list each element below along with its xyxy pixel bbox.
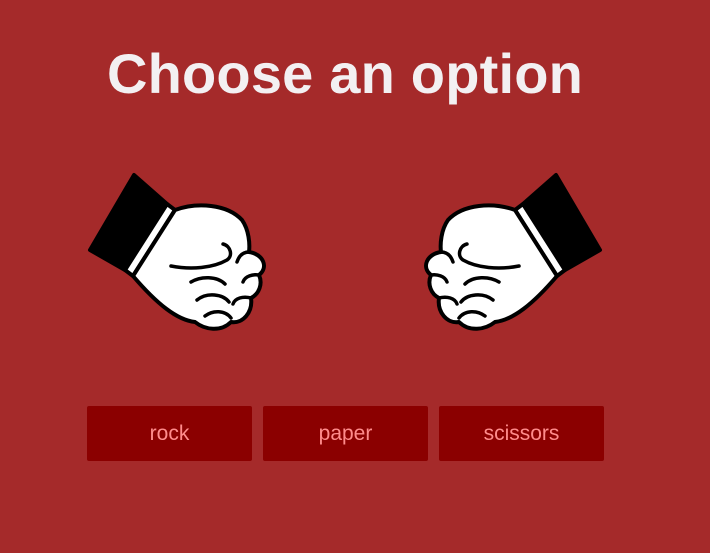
scissors-button[interactable]: scissors <box>439 406 604 461</box>
fist-icon <box>87 172 267 337</box>
paper-button[interactable]: paper <box>263 406 428 461</box>
rock-button[interactable]: rock <box>87 406 252 461</box>
computer-hand <box>423 172 603 337</box>
page-title: Choose an option <box>106 42 584 105</box>
fist-icon <box>423 172 603 337</box>
player-hand <box>87 172 267 337</box>
game-screen: Choose an option rock paper scissors <box>0 0 710 553</box>
